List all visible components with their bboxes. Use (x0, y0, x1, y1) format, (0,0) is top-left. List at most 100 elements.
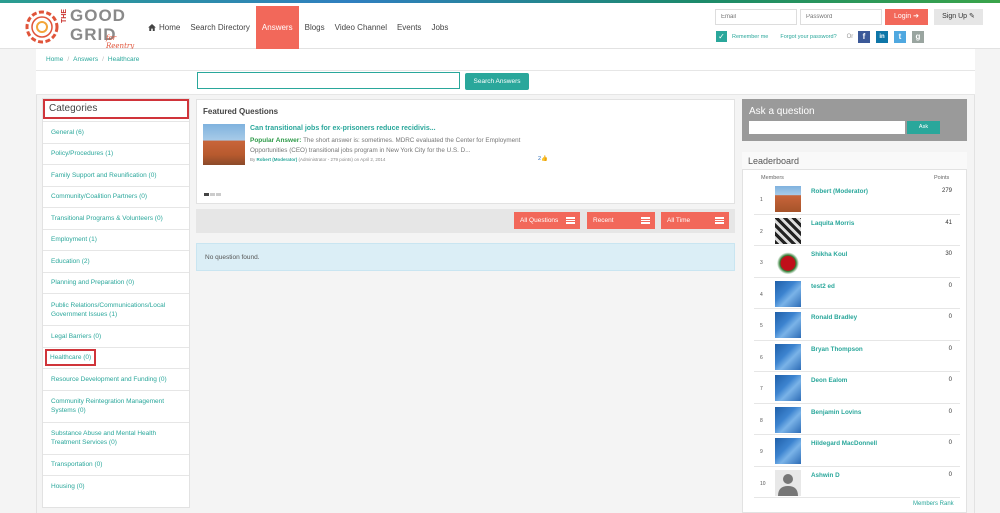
categories-title: Categories (43, 99, 189, 119)
password-field[interactable] (800, 9, 882, 25)
avatar[interactable] (775, 312, 801, 338)
leaderboard-member-link[interactable]: Ashwin D (811, 472, 840, 479)
remember-me-checkbox[interactable]: ✓ (716, 31, 727, 42)
leaderboard-points-header: Points (934, 175, 950, 181)
twitter-icon[interactable]: t (894, 31, 906, 43)
nav-search-directory[interactable]: Search Directory (186, 6, 254, 49)
all-questions-filter-button[interactable]: All Questions (514, 212, 580, 229)
category-item[interactable]: Family Support and Reunification (0) (43, 164, 189, 186)
logo-tagline: for Reentry (106, 34, 135, 50)
menu-bars-icon (641, 217, 650, 224)
category-item[interactable]: Resource Development and Funding (0) (43, 368, 189, 390)
breadcrumb-separator: / (67, 56, 70, 63)
avatar[interactable] (775, 469, 801, 496)
carousel-dot-active[interactable] (204, 193, 209, 196)
featured-date: on April 2, 2014 (354, 157, 386, 162)
category-item[interactable]: Legal Barriers (0) (43, 325, 189, 347)
featured-question-link[interactable]: Can transitional jobs for ex-prisoners r… (250, 125, 436, 132)
category-item[interactable]: General (6) (43, 121, 189, 143)
avatar[interactable] (775, 186, 801, 212)
all-time-filter-button[interactable]: All Time (661, 212, 729, 229)
members-rank-link[interactable]: Members Rank (913, 501, 954, 507)
avatar[interactable] (775, 280, 801, 307)
remember-row: ✓ Remember me Forgot your password? Or (716, 31, 853, 42)
featured-questions-title: Featured Questions (203, 107, 279, 116)
leaderboard-rank: 5 (760, 323, 763, 329)
category-item[interactable]: Transitional Programs & Volunteers (0) (43, 207, 189, 229)
leaderboard-member-link[interactable]: Ronald Bradley (811, 314, 857, 321)
category-item[interactable]: Planning and Preparation (0) (43, 271, 189, 294)
breadcrumb-answers[interactable]: Answers (73, 56, 98, 63)
leaderboard-member-link[interactable]: test2 ed (811, 283, 835, 290)
login-label: Login (894, 13, 912, 20)
ask-button[interactable]: Ask (907, 121, 940, 134)
signup-label: Sign Up (942, 13, 968, 20)
avatar[interactable] (775, 406, 801, 433)
linkedin-icon[interactable]: in (876, 31, 888, 43)
carousel-dot[interactable] (216, 193, 221, 196)
breadcrumb-home[interactable]: Home (46, 56, 63, 63)
avatar[interactable] (775, 438, 801, 464)
avatar[interactable] (775, 375, 801, 401)
category-item[interactable]: Education (2) (43, 250, 189, 272)
leaderboard-member-link[interactable]: Deon Ealom (811, 377, 847, 384)
nav-answers[interactable]: Answers (255, 6, 299, 49)
search-answers-button[interactable]: Search Answers (465, 73, 529, 90)
leaderboard-member-link[interactable]: Benjamin Lovins (811, 409, 861, 416)
nav-blogs[interactable]: Blogs (301, 6, 329, 49)
featured-question-thumbnail[interactable] (203, 124, 245, 165)
category-label: Public Relations/Communications/Local Go… (51, 301, 166, 318)
leaderboard-member-link[interactable]: Robert (Moderator) (811, 188, 868, 195)
nav-home-label: Home (159, 23, 181, 32)
empty-results-alert: No question found. (196, 243, 735, 271)
leaderboard-row: 4 test2 ed 0 (754, 278, 960, 309)
ask-question-input[interactable] (749, 121, 905, 134)
leaderboard-rank: 6 (760, 354, 763, 361)
leaderboard-row: 9 Hildegard MacDonnell 0 (754, 435, 960, 467)
facebook-icon[interactable]: f (858, 31, 870, 43)
reentry-gear-logo-icon (25, 10, 59, 44)
category-item[interactable]: Healthcare (0) (43, 346, 189, 369)
leaderboard-points: 0 (948, 440, 952, 446)
leaderboard-member-link[interactable]: Bryan Thompson (811, 346, 863, 353)
leaderboard-points: 0 (948, 314, 952, 320)
leaderboard-member-link[interactable]: Hildegard MacDonnell (811, 440, 877, 447)
category-item[interactable]: Community/Coalition Partners (0) (43, 185, 189, 208)
category-item[interactable]: Policy/Procedures (1) (43, 142, 189, 165)
category-item[interactable]: Public Relations/Communications/Local Go… (43, 293, 189, 325)
home-icon (148, 24, 156, 31)
category-item[interactable]: Substance Abuse and Mental Health Treatm… (43, 421, 189, 454)
site-logo[interactable]: THE GOOD GRID for Reentry (24, 7, 144, 50)
avatar[interactable] (775, 343, 801, 370)
leaderboard-member-link[interactable]: Shikha Koul (811, 251, 847, 258)
featured-answer-text: Popular Answer: The short answer is: som… (250, 136, 550, 156)
login-button[interactable]: Login ➔ (885, 9, 928, 25)
forgot-password-link[interactable]: Forgot your password? (780, 34, 836, 40)
avatar[interactable] (775, 217, 801, 244)
carousel-dots (204, 193, 222, 196)
recent-filter-button[interactable]: Recent (587, 212, 655, 229)
carousel-dot[interactable] (210, 193, 215, 196)
nav-home[interactable]: Home (144, 6, 184, 49)
nav-video-channel[interactable]: Video Channel (331, 6, 391, 49)
all-time-label: All Time (667, 217, 691, 224)
category-item[interactable]: Transportation (0) (43, 453, 189, 476)
avatar[interactable] (775, 249, 801, 275)
nav-jobs[interactable]: Jobs (427, 6, 452, 49)
search-answers-input[interactable] (197, 72, 460, 89)
category-item[interactable]: Housing (0) (43, 475, 189, 497)
recent-label: Recent (593, 217, 614, 224)
featured-author-role: (Administrator - 279 points) (298, 157, 353, 162)
breadcrumb-healthcare[interactable]: Healthcare (108, 56, 139, 63)
category-item[interactable]: Employment (1) (43, 228, 189, 251)
featured-author-link[interactable]: Robert (Moderator) (257, 157, 298, 162)
leaderboard-member-link[interactable]: Laquita Morris (811, 220, 854, 227)
nav-events[interactable]: Events (393, 6, 425, 49)
google-icon[interactable]: g (912, 31, 924, 43)
signup-button[interactable]: Sign Up ✎ (934, 9, 983, 25)
email-field[interactable] (715, 9, 797, 25)
leaderboard-rank: 1 (760, 197, 763, 203)
category-item[interactable]: Community Reintegration Management Syste… (43, 389, 189, 422)
category-label: Education (2) (51, 257, 90, 265)
featured-like-count[interactable]: 2👍 (538, 156, 548, 162)
